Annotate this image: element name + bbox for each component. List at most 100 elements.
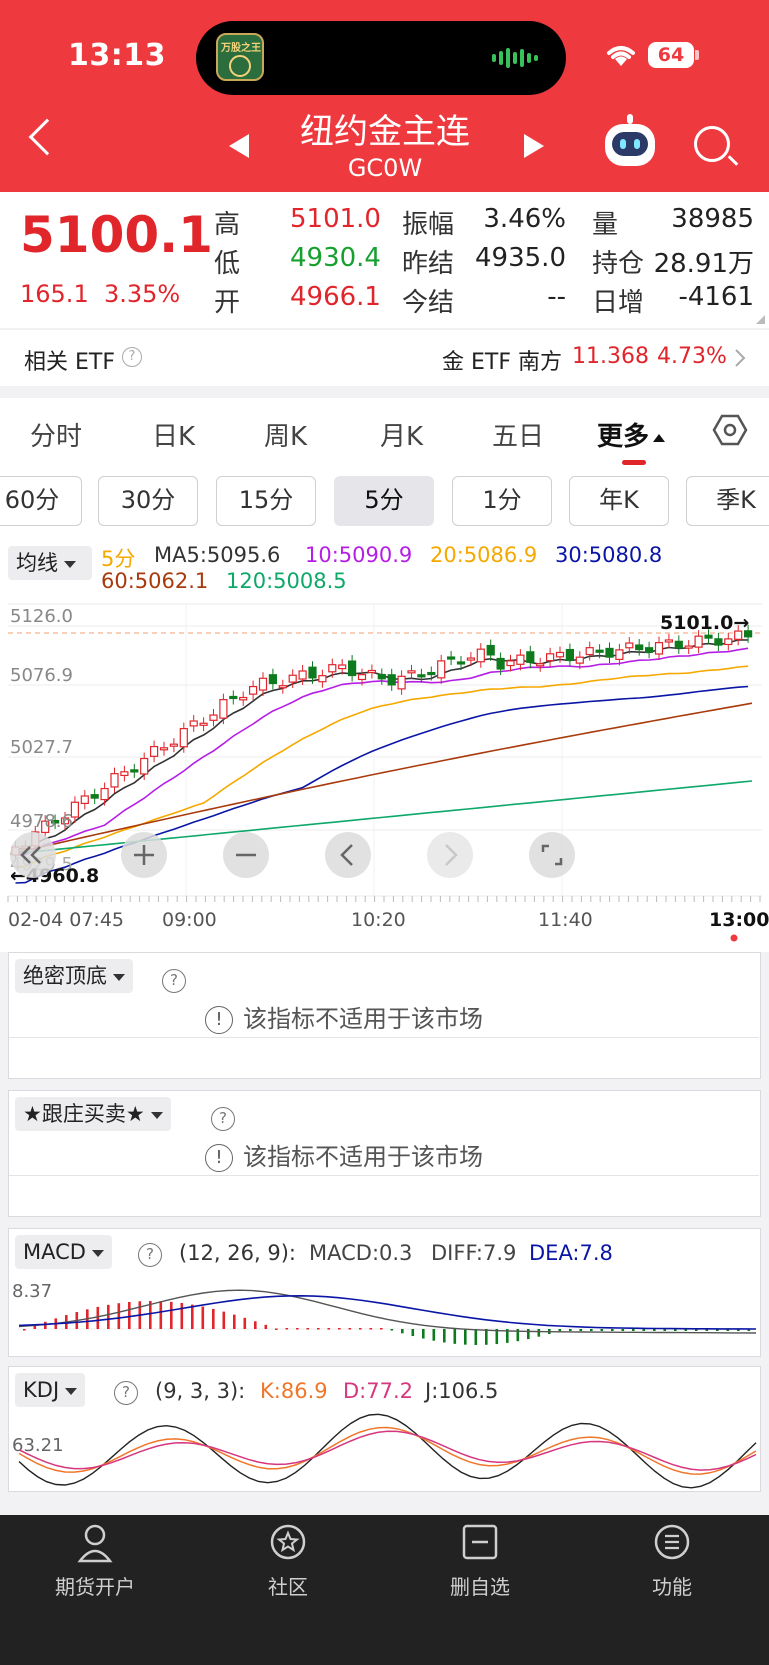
candle <box>704 634 713 639</box>
robot-assistant-icon[interactable] <box>605 114 655 166</box>
y-label-2: 5076.9 <box>10 665 73 686</box>
ma30-value: 30:5080.8 <box>555 543 663 567</box>
status-time: 13:13 <box>68 38 166 73</box>
candle <box>397 675 406 690</box>
app-icon-text: 万股之王 <box>221 43 261 54</box>
tab-more[interactable]: 更多 <box>597 416 666 453</box>
candle <box>674 640 683 649</box>
indicator-selector-2[interactable]: ★跟庄买卖★ <box>15 1097 171 1131</box>
prev-contract-icon[interactable] <box>229 134 249 158</box>
macd-bar <box>443 1329 446 1343</box>
related-etf-row[interactable]: 相关 ETF ? 金 ETF 南方 11.368 4.73% <box>0 330 769 386</box>
period-60min[interactable]: 60分 <box>0 476 82 526</box>
settings-hexagon-icon[interactable] <box>712 412 748 448</box>
macd-bar <box>474 1329 478 1345</box>
chevron-right-icon <box>735 349 746 367</box>
sound-wave-icon <box>492 47 538 69</box>
macd-bar <box>107 1304 110 1329</box>
macd-bar <box>621 1329 625 1331</box>
macd-selector[interactable]: MACD <box>15 1235 112 1269</box>
back-icon[interactable] <box>28 118 66 156</box>
candlestick-chart[interactable]: 5126.0 5076.9 5027.7 4978.6 4929.5 5101.… <box>0 592 769 952</box>
candle <box>120 771 129 777</box>
macd-bar <box>453 1329 457 1344</box>
macd-bar <box>369 1328 373 1330</box>
candle <box>684 645 693 649</box>
candle <box>229 695 238 700</box>
tab-day-k[interactable]: 日K <box>152 416 195 453</box>
candle <box>219 699 228 719</box>
collapse-left-icon[interactable] <box>10 832 56 878</box>
scroll-right-icon[interactable] <box>427 832 473 878</box>
alert-icon: ! <box>205 1144 233 1172</box>
ma120-line <box>9 780 753 855</box>
open-interest-value: 28.91万 <box>653 249 754 279</box>
period-quarter-k[interactable]: 季K <box>686 476 769 526</box>
macd-bar <box>422 1329 425 1339</box>
etf-pct: 4.73% <box>657 344 727 369</box>
x-label-3: 10:20 <box>351 909 406 931</box>
macd-bar <box>653 1329 656 1331</box>
nav-community[interactable]: 社区 <box>213 1515 363 1615</box>
help-icon[interactable]: ? <box>114 1381 138 1405</box>
today-settle-label: 今结 <box>402 288 455 318</box>
period-5min[interactable]: 5分 <box>334 476 434 526</box>
ma-selector[interactable]: 均线 <box>8 546 92 580</box>
macd-bar <box>254 1321 257 1329</box>
period-1min[interactable]: 1分 <box>452 476 552 526</box>
candle <box>664 639 674 643</box>
candle <box>694 635 703 648</box>
tab-week-k[interactable]: 周K <box>264 416 307 453</box>
zoom-in-icon[interactable] <box>121 832 167 878</box>
period-year-k[interactable]: 年K <box>569 476 669 526</box>
ma5-value: MA5:5095.6 <box>154 543 281 567</box>
candle <box>338 664 347 670</box>
help-icon[interactable]: ? <box>138 1243 162 1267</box>
macd-bar <box>390 1329 394 1331</box>
macd-bar <box>338 1328 341 1330</box>
candle <box>536 663 545 667</box>
macd-bar <box>275 1328 278 1330</box>
tab-timeshare[interactable]: 分时 <box>30 416 82 453</box>
macd-bar <box>558 1329 562 1332</box>
kline-chart-area: 均线 5分 MA5:5095.6 10:5090.9 20:5086.9 30:… <box>0 542 769 952</box>
indicator-selector-1[interactable]: 绝密顶底 <box>15 959 133 993</box>
candle <box>288 674 297 683</box>
help-icon[interactable]: ? <box>162 969 186 993</box>
candle <box>377 673 386 680</box>
macd-bar <box>201 1306 205 1329</box>
next-contract-icon[interactable] <box>524 134 544 158</box>
tab-month-k[interactable]: 月K <box>380 416 423 453</box>
kdj-selector[interactable]: KDJ <box>15 1373 86 1407</box>
candle <box>654 642 664 655</box>
tab-five-day[interactable]: 五日 <box>492 416 544 453</box>
macd-bar <box>569 1329 572 1331</box>
amplitude-value: 3.46% <box>483 204 566 234</box>
macd-bar <box>170 1301 173 1329</box>
etf-price: 11.368 <box>572 344 649 369</box>
help-icon[interactable]: ? <box>211 1107 235 1131</box>
period-30min[interactable]: 30分 <box>98 476 198 526</box>
nav-functions[interactable]: 功能 <box>597 1515 747 1615</box>
zoom-out-icon[interactable] <box>223 832 269 878</box>
nav-remove-watchlist[interactable]: 删自选 <box>405 1515 555 1615</box>
macd-bar <box>222 1311 226 1329</box>
nav-open-account[interactable]: 期货开户 <box>20 1515 170 1615</box>
candle <box>545 653 555 662</box>
candle <box>437 660 446 679</box>
daily-change-label: 日增 <box>592 288 645 318</box>
low-value: 4930.4 <box>290 243 381 273</box>
period-selector: 60分 30分 15分 5分 1分 年K 季K <box>0 474 769 542</box>
candle <box>130 769 139 773</box>
d-value: D:77.2 <box>343 1379 414 1403</box>
candle <box>199 722 208 726</box>
help-icon[interactable]: ? <box>122 347 142 367</box>
search-icon[interactable] <box>694 126 730 162</box>
fullscreen-icon[interactable] <box>529 832 575 878</box>
scroll-left-icon[interactable] <box>325 832 371 878</box>
macd-bar <box>348 1328 352 1330</box>
macd-bar <box>611 1329 614 1331</box>
community-star-icon <box>270 1524 306 1560</box>
period-15min[interactable]: 15分 <box>216 476 316 526</box>
candle <box>644 647 654 653</box>
